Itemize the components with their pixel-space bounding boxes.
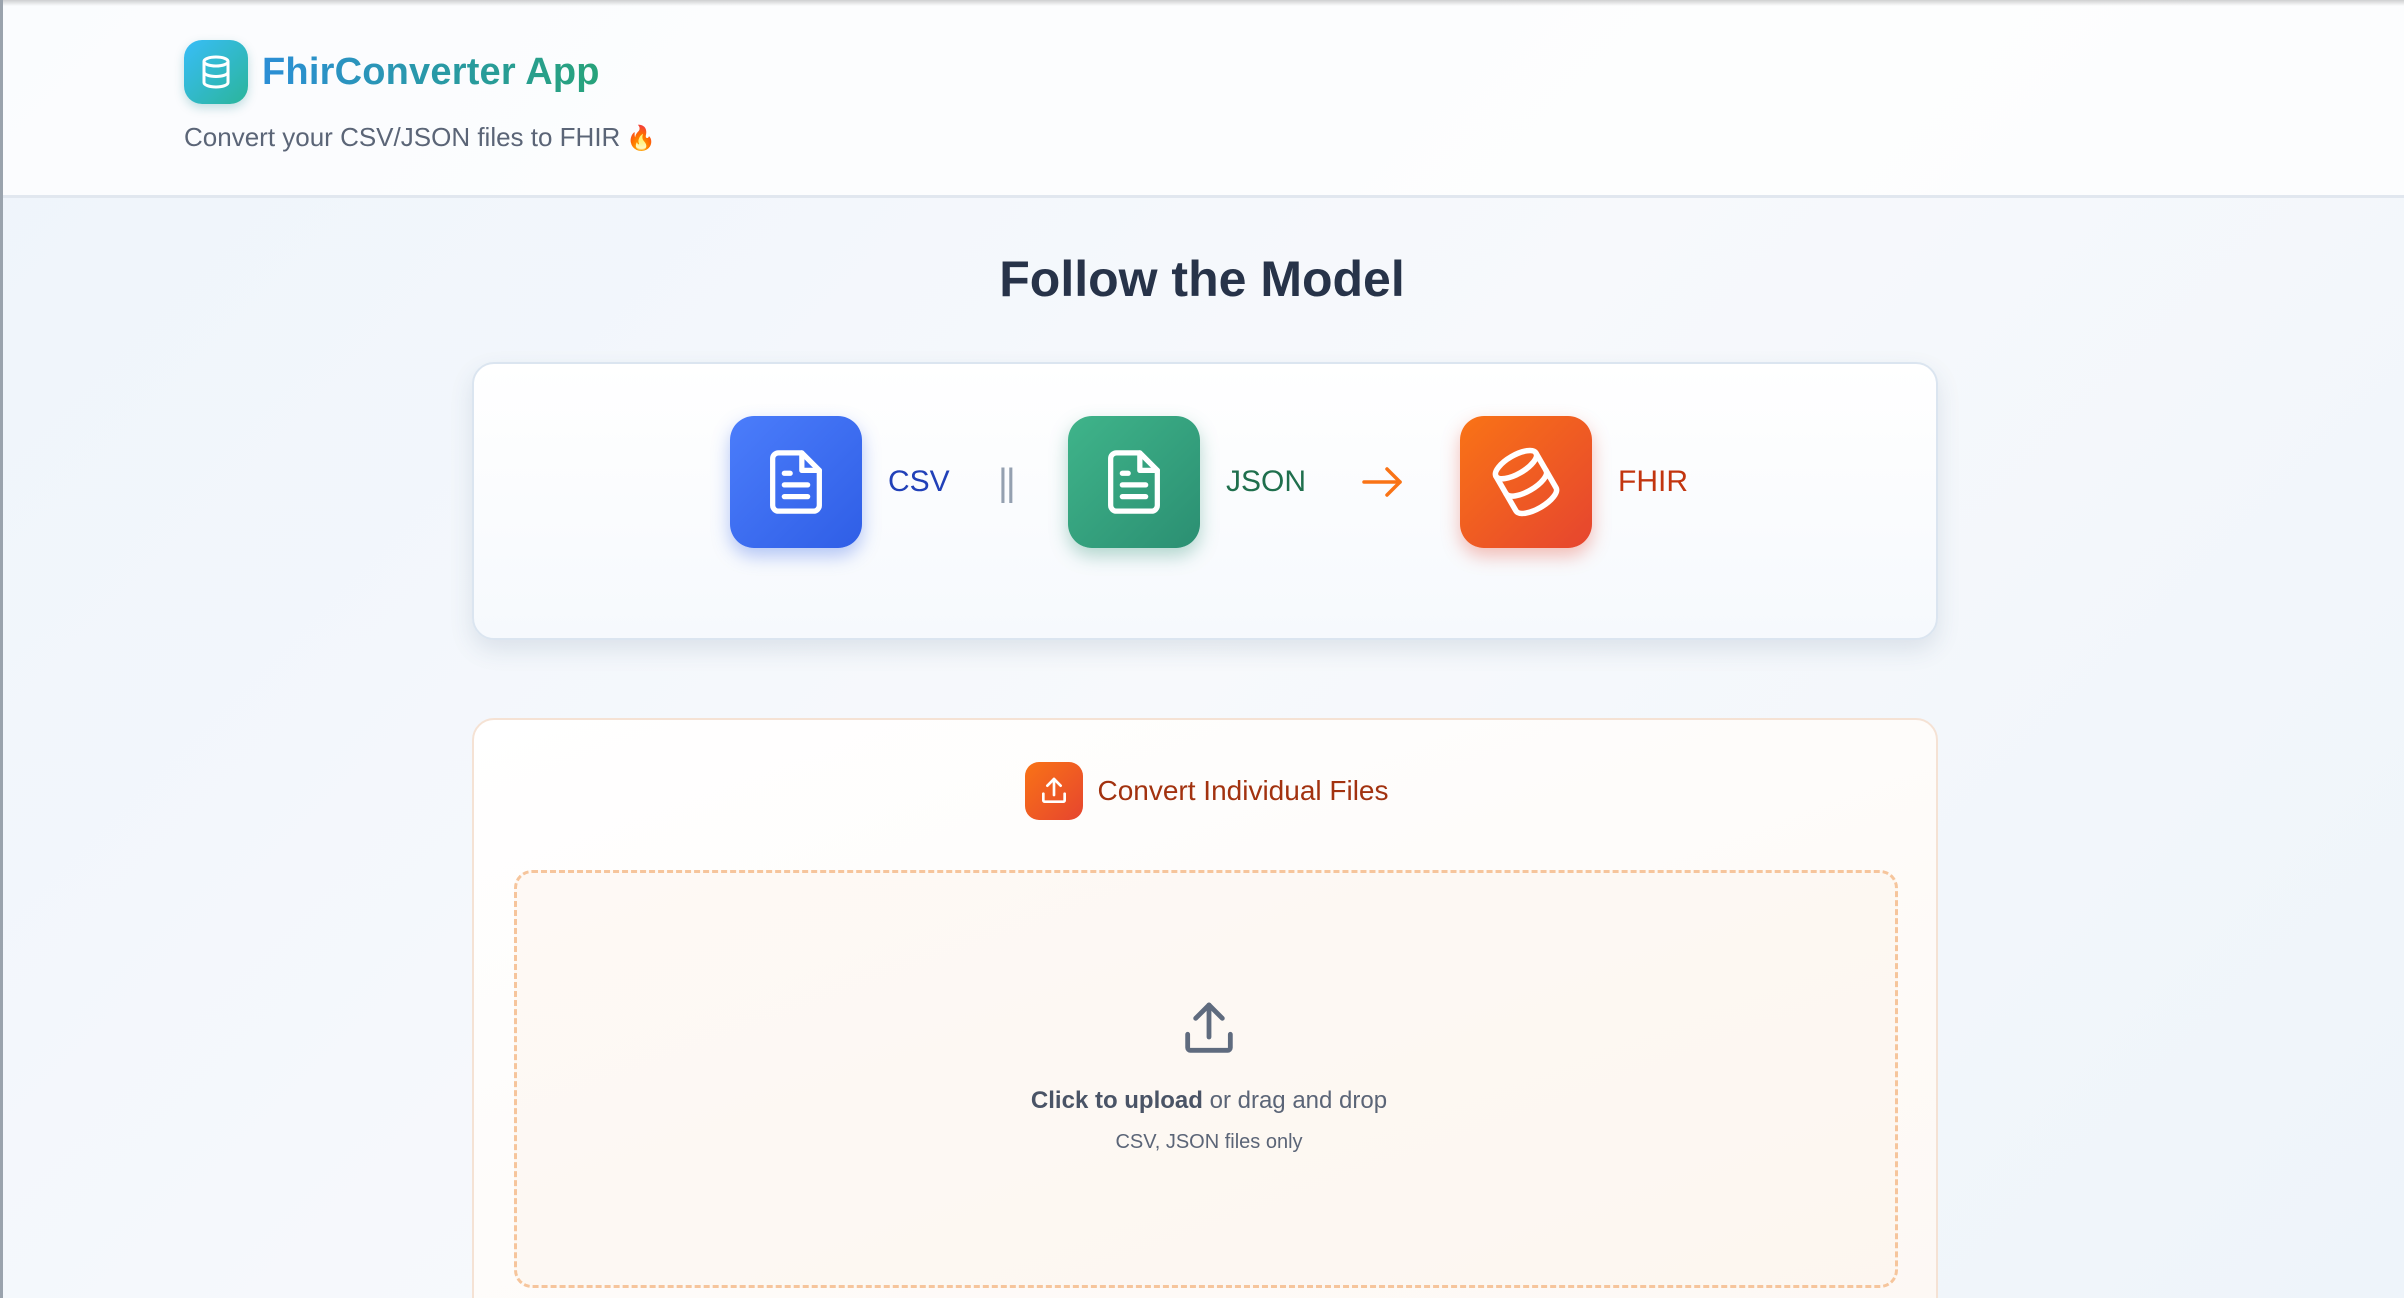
model-step-json: JSON [1226,465,1307,498]
model-step-fhir: FHIR [1618,465,1688,498]
fhir-database-icon [1460,416,1592,548]
upload-icon [1025,762,1084,820]
upload-icon [1177,997,1241,1066]
fire-icon: 🔥 [626,125,657,152]
model-step-csv: CSV [888,465,950,498]
json-file-icon [1068,416,1200,548]
app-subtitle: Convert your CSV/JSON files to FHIR 🔥 [184,122,656,153]
drag-drop-text: or drag and drop [1202,1087,1388,1114]
page: FhirConverter App Convert your CSV/JSON … [0,0,2404,1298]
upload-section-header: Convert Individual Files [474,762,1940,820]
upload-section-title: Convert Individual Files [1097,775,1389,806]
window-left-edge [0,0,3,1298]
click-to-upload-link[interactable]: Click to upload [1031,1087,1203,1114]
upload-card: Convert Individual Files Click to upload… [472,718,1938,1298]
page-heading: Follow the Model [999,251,1405,307]
file-dropzone[interactable]: Click to upload or drag and drop CSV, JS… [514,870,1898,1288]
dropzone-file-types: CSV, JSON files only [1115,1131,1303,1153]
dropzone-instructions: Click to upload or drag and drop [517,1087,1901,1115]
database-icon [184,40,248,104]
app-brand[interactable]: FhirConverter App [184,40,600,104]
model-separator: || [998,462,1016,504]
model-card: CSV || JSON FHIR [472,362,1938,640]
csv-file-icon [730,416,862,548]
app-header: FhirConverter App Convert your CSV/JSON … [0,0,2404,198]
app-subtitle-text: Convert your CSV/JSON files to FHIR [184,122,621,152]
arrow-right-icon [1360,464,1406,505]
window-top-shadow [0,0,2404,6]
app-title: FhirConverter App [262,50,600,93]
